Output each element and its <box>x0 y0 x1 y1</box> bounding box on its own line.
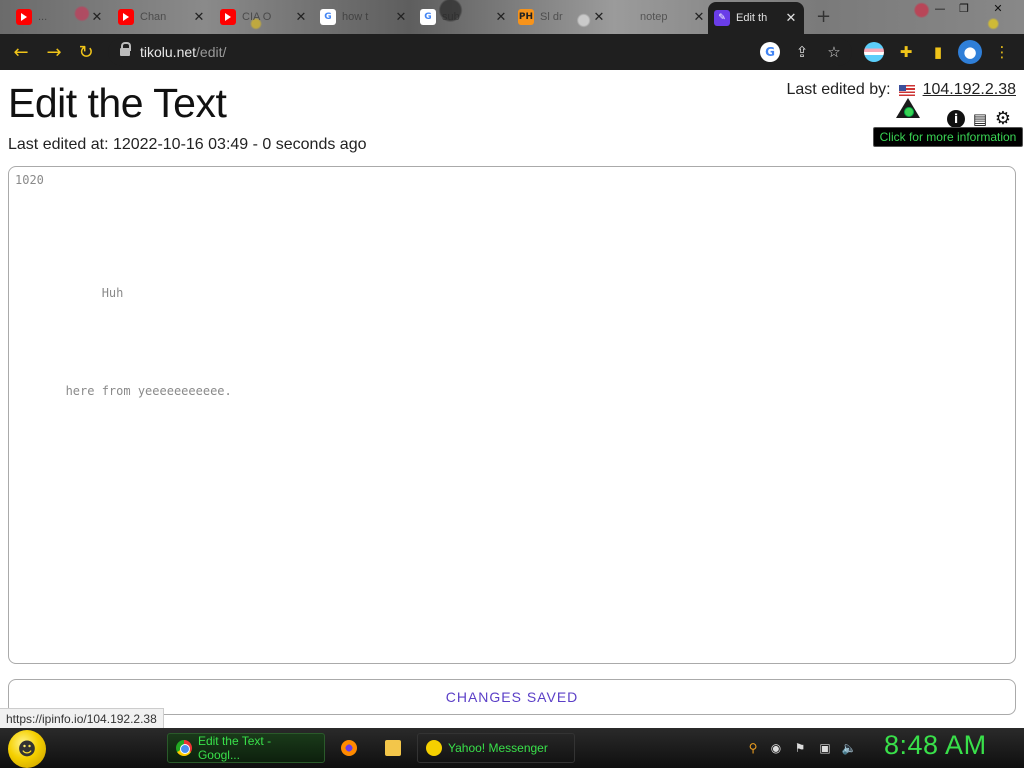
youtube-icon <box>118 9 134 25</box>
lock-icon <box>120 42 131 57</box>
action-center-flag-icon[interactable]: ⚑ <box>792 740 808 756</box>
taskbar-item-explorer[interactable] <box>377 733 409 763</box>
new-tab-button[interactable]: + <box>816 6 831 27</box>
tab-active-edit[interactable]: ✎ Edit th ✕ <box>708 2 804 34</box>
close-window-icon[interactable]: ✕ <box>986 0 1010 16</box>
share-icon[interactable]: ⇪ <box>792 42 812 62</box>
maximize-icon[interactable]: ❐ <box>952 0 976 16</box>
tab-title: ... <box>38 11 48 23</box>
address-bar[interactable]: tikolu.net/edit/ <box>108 38 852 66</box>
page-icon <box>618 9 634 25</box>
google-lens-icon[interactable]: G <box>760 42 780 62</box>
editor-ip-link[interactable]: 104.192.2.38 <box>923 81 1016 99</box>
page-content: Edit the Text Last edited at: 12022-10-1… <box>0 70 1024 728</box>
tab-3[interactable]: CIA O ✕ <box>214 4 314 30</box>
sidebar-icon[interactable]: ▮ <box>928 42 948 62</box>
close-tab-icon[interactable]: ✕ <box>494 10 508 25</box>
network-icon[interactable]: ▣ <box>817 740 833 756</box>
close-tab-icon[interactable]: ✕ <box>394 10 408 25</box>
minimize-icon[interactable]: — <box>928 0 952 16</box>
ph-icon: PH <box>518 9 534 25</box>
us-flag-icon <box>898 84 915 96</box>
close-tab-icon[interactable]: ✕ <box>692 10 706 25</box>
tab-title: notep <box>640 11 668 23</box>
last-edited-by: Last edited by: 104.192.2.38 <box>787 81 1017 99</box>
taskbar-clock[interactable]: 8:48 AM <box>884 730 987 761</box>
tab-6[interactable]: PH Sl dr ✕ <box>512 4 612 30</box>
taskbar: ☻ Edit the Text - Googl... Yahoo! Messen… <box>0 728 1024 768</box>
tab-2[interactable]: Chan ✕ <box>112 4 212 30</box>
close-tab-icon[interactable]: ✕ <box>592 10 606 25</box>
tab-title: Sl dr <box>540 11 563 23</box>
last-edited-at: Last edited at: 12022-10-16 03:49 - 0 se… <box>8 136 367 153</box>
tab-title: CIA O <box>242 11 272 23</box>
back-arrow-icon[interactable]: ← <box>9 40 33 64</box>
text-editor[interactable]: 1020 Huh here from yeeeeeeeeeee. <box>8 166 1016 664</box>
close-tab-icon[interactable]: ✕ <box>90 10 104 25</box>
url-text: tikolu.net/edit/ <box>140 44 227 60</box>
close-tab-icon[interactable]: ✕ <box>294 10 308 25</box>
close-tab-icon[interactable]: ✕ <box>192 10 206 25</box>
firefox-icon <box>341 740 357 756</box>
start-button[interactable]: ☻ <box>8 730 46 768</box>
tab-title: sub <box>442 11 460 23</box>
extensions-puzzle-icon[interactable]: ✚ <box>896 42 916 62</box>
profile-avatar-icon[interactable]: ● <box>958 40 982 64</box>
youtube-icon <box>16 9 32 25</box>
bookmark-star-icon[interactable]: ☆ <box>824 42 844 62</box>
info-icon[interactable]: i <box>947 110 965 128</box>
tooltip: Click for more information <box>873 127 1023 147</box>
reload-icon[interactable]: ↻ <box>74 40 98 64</box>
edit-icon: ✎ <box>714 10 730 26</box>
tab-7[interactable]: notep ✕ <box>612 4 712 30</box>
page-title: Edit the Text <box>8 80 227 126</box>
tab-title: Chan <box>140 11 167 23</box>
tab-strip: ... ✕ Chan ✕ CIA O ✕ G how t ✕ G sub ✕ P… <box>0 0 1024 34</box>
forward-arrow-icon[interactable]: → <box>42 40 66 64</box>
more-menu-icon[interactable]: ⋮ <box>992 42 1012 62</box>
tab-title: Edit th <box>736 12 768 24</box>
close-tab-icon[interactable]: ✕ <box>784 11 798 26</box>
taskbar-item-yahoo[interactable]: Yahoo! Messenger <box>417 733 575 763</box>
chat-icon[interactable]: ◉ <box>768 740 784 756</box>
last-edited-by-label: Last edited by: <box>786 81 891 98</box>
google-icon: G <box>320 9 336 25</box>
taskbar-item-firefox[interactable] <box>333 733 365 763</box>
status-bar-url: https://ipinfo.io/104.192.2.38 <box>0 708 164 728</box>
profile-flag-icon[interactable] <box>864 42 884 62</box>
tab-title: how t <box>342 11 369 23</box>
search-icon[interactable]: ⚲ <box>745 740 761 756</box>
tab-5[interactable]: G sub ✕ <box>414 4 514 30</box>
tab-1[interactable]: ... ✕ <box>10 4 110 30</box>
taskbar-item-chrome[interactable]: Edit the Text - Googl... <box>167 733 325 763</box>
chrome-icon <box>176 740 192 756</box>
google-icon: G <box>420 9 436 25</box>
taskbar-item-label: Yahoo! Messenger <box>448 741 548 755</box>
browser-toolbar: ← → ↻ tikolu.net/edit/ G ⇪ ☆ ✚ ▮ ● ⋮ <box>0 34 1024 70</box>
youtube-icon <box>220 9 236 25</box>
document-icon[interactable]: ▤ <box>971 110 989 128</box>
gear-icon[interactable]: ⚙ <box>994 108 1012 129</box>
editor-content[interactable]: 1020 Huh here from yeeeeeeeeeee. <box>15 173 232 399</box>
volume-icon[interactable]: 🔈 <box>841 740 857 756</box>
taskbar-item-label: Edit the Text - Googl... <box>197 734 272 762</box>
tab-4[interactable]: G how t ✕ <box>314 4 414 30</box>
yahoo-messenger-icon <box>426 740 442 756</box>
eye-triangle-icon[interactable] <box>896 98 920 120</box>
folder-icon <box>385 740 401 756</box>
